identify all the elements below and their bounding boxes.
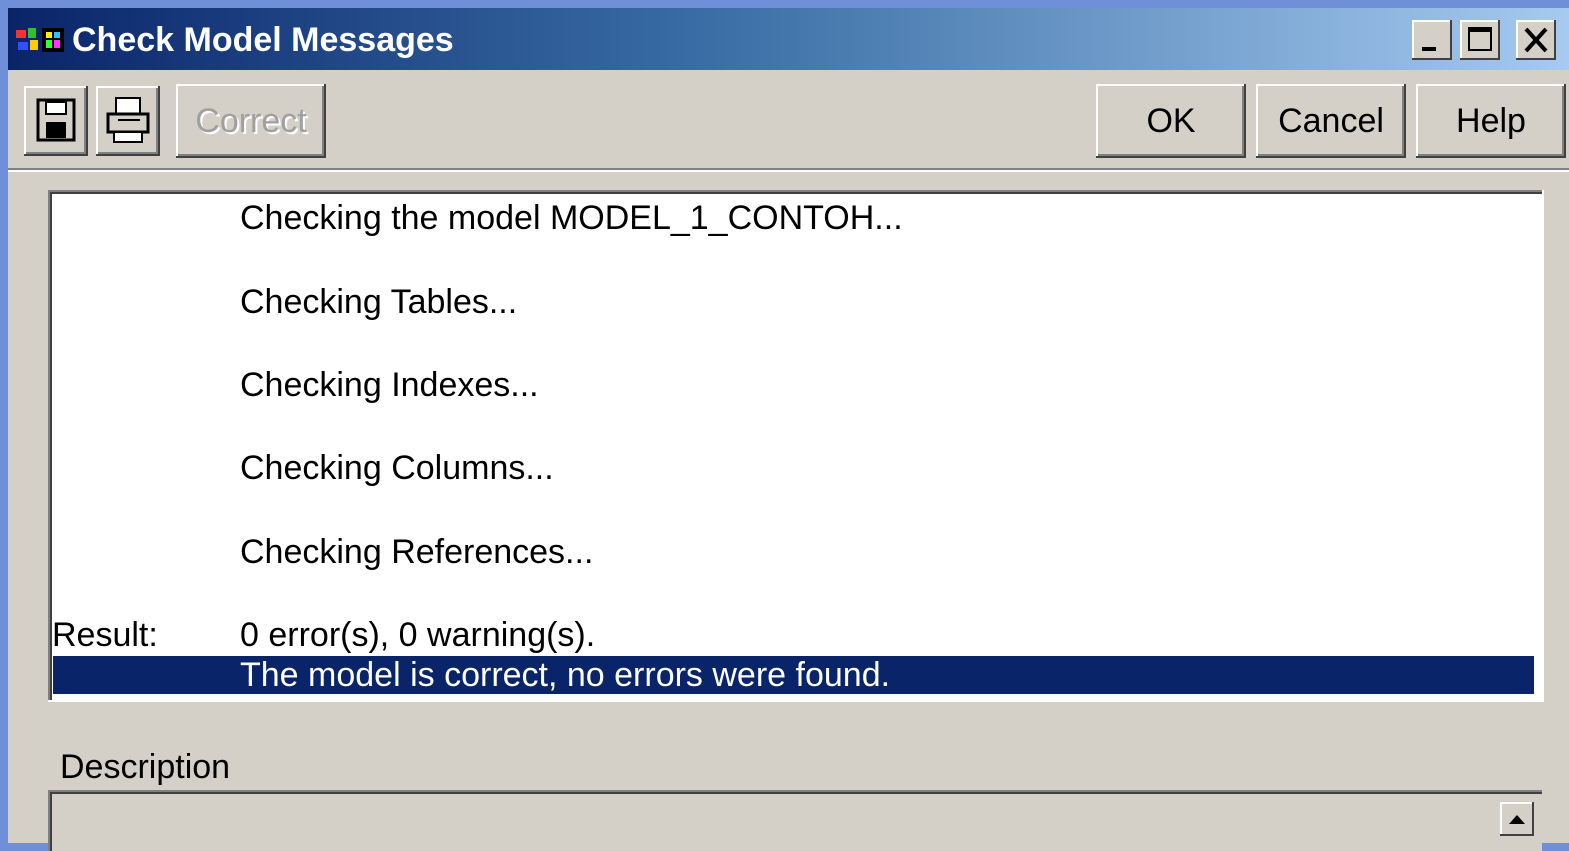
- minimize-button[interactable]: [1412, 20, 1452, 60]
- description-field[interactable]: [48, 790, 1542, 851]
- result-text: 0 error(s), 0 warning(s).: [240, 616, 596, 654]
- maximize-icon: [1468, 27, 1492, 51]
- correct-button[interactable]: Correct: [176, 84, 326, 158]
- message-text: Checking Indexes...: [240, 366, 539, 404]
- cancel-button[interactable]: Cancel: [1256, 84, 1406, 158]
- minimize-icon: [1422, 47, 1436, 51]
- message-text: Checking Tables...: [240, 283, 518, 321]
- message-text: Checking Columns...: [240, 449, 554, 487]
- result-row[interactable]: Result: 0 error(s), 0 warning(s).: [48, 613, 1532, 657]
- result-label: Result:: [52, 616, 158, 654]
- selected-message-row[interactable]: The model is correct, no errors were fou…: [53, 656, 1534, 694]
- correct-button-label: Correct: [195, 102, 307, 140]
- message-row[interactable]: Checking Columns...: [48, 446, 1532, 490]
- print-icon: [106, 97, 150, 143]
- message-row[interactable]: Checking Tables...: [48, 280, 1532, 324]
- title-bar[interactable]: Check Model Messages: [8, 8, 1569, 70]
- close-icon: [1524, 27, 1548, 53]
- print-button[interactable]: [96, 86, 160, 156]
- save-button[interactable]: [24, 86, 88, 156]
- message-text: Checking the model MODEL_1_CONTOH...: [240, 199, 903, 237]
- maximize-button[interactable]: [1460, 20, 1500, 60]
- message-row[interactable]: Checking References...: [48, 530, 1532, 574]
- window-title: Check Model Messages: [72, 21, 454, 59]
- message-row[interactable]: Checking Indexes...: [48, 363, 1532, 407]
- scroll-up-button[interactable]: [1500, 802, 1534, 836]
- close-button[interactable]: [1516, 20, 1556, 60]
- description-label: Description: [60, 748, 231, 786]
- save-icon: [36, 98, 76, 142]
- toolbar-divider: [8, 168, 1569, 172]
- message-text: Checking References...: [240, 533, 594, 571]
- message-row[interactable]: Checking the model MODEL_1_CONTOH...: [48, 196, 1532, 240]
- arrow-up-icon: [1509, 815, 1525, 824]
- check-model-messages-window: Check Model Messages Correct OK Cancel H…: [8, 8, 1569, 851]
- message-text: The model is correct, no errors were fou…: [240, 656, 891, 694]
- message-list[interactable]: Checking the model MODEL_1_CONTOH... Che…: [48, 190, 1544, 702]
- ok-button[interactable]: OK: [1096, 84, 1246, 158]
- help-button[interactable]: Help: [1416, 84, 1566, 158]
- app-icon: [16, 28, 64, 52]
